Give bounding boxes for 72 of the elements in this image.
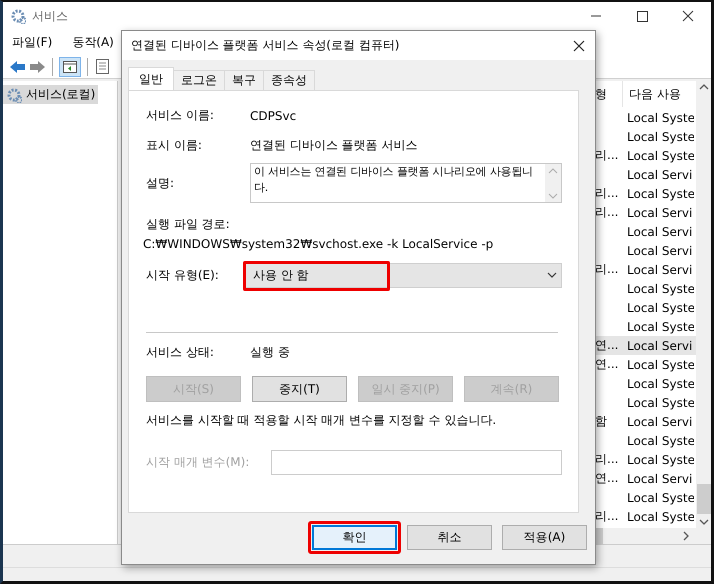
dialog-button[interactable]: 확인 (312, 525, 397, 550)
table-cell: 리... (595, 262, 618, 276)
table-cell-text: Local Servi (626, 262, 694, 276)
table-cell-text: Local Servi (626, 206, 694, 220)
dialog-title: 연결된 디바이스 플랫폼 서비스 속성(로컬 컴퓨터) (131, 37, 400, 54)
table-cell-text: Local Syste (626, 186, 694, 200)
gear-icon (10, 8, 26, 24)
table-cell-text: Local Servi (626, 338, 694, 352)
table-cell: 연... (595, 471, 618, 485)
field-label: 시작 유형(E): (146, 267, 220, 284)
tab[interactable]: 일반 (128, 67, 174, 90)
tree-label: 서비스(로컬) (26, 86, 96, 103)
table-cell: 리... (595, 186, 618, 200)
window-title: 서비스 (32, 8, 68, 24)
field-label: 서비스 이름: (146, 107, 215, 124)
table-cell-text: Local Servi (626, 472, 694, 486)
description-box[interactable]: 이 서비스는 연결된 디바이스 플랫폼 시나리오에 사용됩니다. (250, 163, 562, 203)
table-cell: 리... (595, 509, 618, 523)
tree-item[interactable]: 서비스(로컬) (3, 85, 98, 104)
table-cell: 연... (595, 338, 618, 352)
table-cell: 리... (595, 205, 618, 219)
column-header[interactable]: 형 (595, 86, 607, 102)
menu-item[interactable]: 동작(A) (69, 32, 117, 53)
table-cell-text: Local Servi (626, 168, 694, 182)
field-value: 연결된 디바이스 플랫폼 서비스 (250, 137, 418, 154)
gear-icon (6, 86, 22, 102)
menu-item[interactable]: 파일(F) (9, 32, 56, 53)
description-text: 이 서비스는 연결된 디바이스 플랫폼 시나리오에 사용됩니다. (253, 164, 534, 196)
column-header[interactable]: 다음 사용 (623, 86, 696, 102)
table-cell: 리... (595, 148, 618, 162)
table-cell-text: Local Syste (626, 320, 694, 334)
table-cell-text: Local Syste (626, 358, 694, 372)
field-label: 실행 파일 경로: (146, 216, 231, 233)
field-label: 설명: (146, 174, 176, 192)
table-cell: 함 (595, 414, 607, 428)
field-label: 표시 이름: (146, 137, 203, 154)
table-cell-text: Local Syste (626, 510, 694, 524)
scroll-thumb[interactable] (696, 484, 710, 514)
document-icon[interactable] (94, 58, 111, 75)
table-cell-text: Local Syste (626, 110, 694, 124)
table-cell-text: Local Syste (626, 396, 694, 410)
dialog-button[interactable]: 적용(A) (502, 525, 587, 550)
tab[interactable]: 종속성 (263, 70, 315, 90)
table-cell-text: Local Servi (626, 414, 694, 428)
dialog-button[interactable]: 취소 (407, 525, 492, 550)
status-value: 실행 중 (250, 344, 291, 361)
table-cell: 연... (595, 357, 618, 371)
forward-arrow-icon[interactable] (29, 58, 46, 74)
table-cell-text: Local Syste (626, 148, 694, 162)
console-tree-icon[interactable] (59, 56, 81, 76)
hint-text: 서비스를 시작할 때 적용할 시작 매개 변수를 지정할 수 있습니다. (146, 412, 498, 429)
back-arrow-icon[interactable] (9, 58, 26, 74)
close-icon[interactable] (573, 40, 585, 52)
table-cell-text: Local Servi (626, 244, 694, 258)
path-value: C:₩WINDOWS₩system32₩svchost.exe -k LocalService -p (143, 237, 494, 251)
field-label: 서비스 상태: (146, 344, 215, 361)
table-cell-text: Local Syste (626, 282, 694, 296)
dropdown-value: 사용 안 함 (253, 267, 309, 284)
table-cell-text: Local Syste (626, 376, 694, 390)
startup-type-dropdown[interactable]: 사용 안 함 (244, 263, 562, 288)
chevron-down-icon (547, 272, 557, 279)
table-cell-text: Local Syste (626, 490, 694, 504)
table-cell-text: Local Syste (626, 130, 694, 144)
table-cell-text: Local Syste (626, 434, 694, 448)
vertical-scrollbar[interactable] (696, 81, 711, 528)
table-cell-text: Local Servi (626, 224, 694, 238)
table-cell-text: Local Syste (626, 300, 694, 314)
table-cell-text: Local Syste (626, 452, 694, 466)
table-cell: 리... (595, 452, 618, 466)
service-control-button[interactable]: 중지(T) (252, 376, 347, 402)
field-label: 시작 매개 변수(M): (146, 454, 250, 471)
field-value: CDPSvc (250, 108, 298, 122)
